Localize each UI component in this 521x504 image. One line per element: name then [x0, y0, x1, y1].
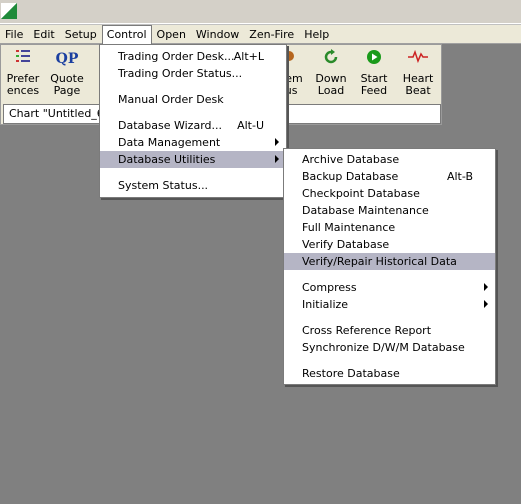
menu-item-full-maintenance[interactable]: Full Maintenance	[284, 219, 495, 236]
submenu-arrow-icon	[484, 300, 488, 308]
menu-item-trading-order-status[interactable]: Trading Order Status...	[100, 65, 286, 82]
menu-item-archive-database[interactable]: Archive Database	[284, 151, 495, 168]
menu-separator	[286, 274, 493, 275]
quote-page-icon: QP	[55, 51, 79, 67]
download-refresh-icon	[309, 49, 353, 69]
heart-beat-icon	[396, 49, 440, 69]
menu-item-backup-database[interactable]: Backup Database Alt-B	[284, 168, 495, 185]
start-feed-button[interactable]: Start Feed	[352, 49, 396, 97]
down-load-button[interactable]: Down Load	[309, 49, 353, 97]
heart-beat-button[interactable]: Heart Beat	[396, 49, 440, 97]
preferences-icon	[1, 49, 45, 69]
menu-item-database-wizard[interactable]: Database Wizard... Alt-U	[100, 117, 286, 134]
menu-window[interactable]: Window	[191, 25, 244, 44]
menu-help[interactable]: Help	[299, 25, 334, 44]
menu-item-data-management[interactable]: Data Management	[100, 134, 286, 151]
menu-item-synchronize-dwm-database[interactable]: Synchronize D/W/M Database	[284, 339, 495, 356]
database-utilities-submenu: Archive Database Backup Database Alt-B C…	[283, 148, 496, 385]
menu-separator	[102, 172, 284, 173]
menu-item-verify-repair-historical-data[interactable]: Verify/Repair Historical Data	[284, 253, 495, 270]
menu-item-initialize[interactable]: Initialize	[284, 296, 495, 313]
app-logo-icon[interactable]	[1, 3, 17, 19]
menu-item-manual-order-desk[interactable]: Manual Order Desk	[100, 91, 286, 108]
menu-item-database-utilities[interactable]: Database Utilities	[100, 151, 286, 168]
start-feed-play-icon	[352, 49, 396, 69]
menu-item-verify-database[interactable]: Verify Database	[284, 236, 495, 253]
menu-separator	[102, 112, 284, 113]
submenu-arrow-icon	[275, 138, 279, 146]
menu-item-system-status[interactable]: System Status...	[100, 177, 286, 194]
menu-separator	[286, 360, 493, 361]
menu-item-trading-order-desk[interactable]: Trading Order Desk... Alt+L	[100, 48, 286, 65]
submenu-arrow-icon	[484, 283, 488, 291]
menu-open[interactable]: Open	[152, 25, 191, 44]
preferences-button[interactable]: Prefer ences	[1, 49, 45, 97]
menu-file[interactable]: File	[0, 25, 28, 44]
menu-item-checkpoint-database[interactable]: Checkpoint Database	[284, 185, 495, 202]
submenu-arrow-icon	[275, 155, 279, 163]
control-menu: Trading Order Desk... Alt+L Trading Orde…	[99, 44, 287, 198]
title-bar	[0, 0, 521, 24]
menu-separator	[286, 317, 493, 318]
menu-zen-fire[interactable]: Zen-Fire	[244, 25, 299, 44]
menu-control[interactable]: Control	[101, 25, 152, 44]
menu-item-compress[interactable]: Compress	[284, 279, 495, 296]
menu-item-cross-reference-report[interactable]: Cross Reference Report	[284, 322, 495, 339]
menu-separator	[102, 86, 284, 87]
menu-item-database-maintenance[interactable]: Database Maintenance	[284, 202, 495, 219]
menu-bar: File Edit Setup Control Open Window Zen-…	[0, 24, 521, 44]
menu-edit[interactable]: Edit	[28, 25, 59, 44]
menu-item-restore-database[interactable]: Restore Database	[284, 365, 495, 382]
quote-page-button[interactable]: QP Quote Page	[45, 49, 89, 97]
menu-setup[interactable]: Setup	[60, 25, 102, 44]
